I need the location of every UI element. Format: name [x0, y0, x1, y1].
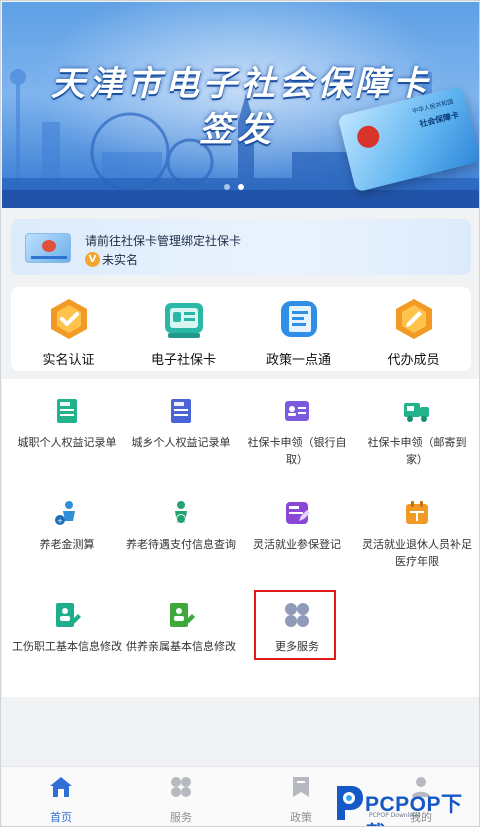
notice-message: 请前往社保卡管理绑定社保卡 — [85, 234, 242, 248]
highlight-box — [254, 590, 336, 660]
card-text: 社会保障卡 — [418, 110, 460, 129]
service-label: 电子社保卡 — [150, 353, 216, 368]
delivery-truck-icon — [403, 397, 431, 425]
service-label: 灵活就业退休人员补足医疗年限 — [362, 538, 472, 568]
edit-profile-icon — [167, 601, 195, 629]
service-proxy-members[interactable]: 代办成员 — [356, 297, 471, 368]
service-real-name-auth[interactable]: 实名认证 — [11, 297, 126, 368]
service-label: 社保卡申领（银行自取） — [247, 436, 347, 466]
service-grid: 城职个人权益记录单 城乡个人权益记录单 社保卡申领（银行自取） 社保卡申领（邮寄… — [2, 379, 479, 697]
banner-carousel[interactable]: 天津市电子社会保障卡 签发 社会保障卡 中华人民共和国 — [2, 2, 479, 208]
elder-coin-icon — [167, 499, 195, 527]
verification-status-text: 未实名 — [102, 253, 139, 267]
pcpop-logo-icon — [337, 786, 363, 820]
service-urban-rights-record[interactable]: 城职个人权益记录单 — [7, 397, 127, 451]
edit-profile-icon — [53, 601, 81, 629]
id-card-icon — [283, 397, 311, 425]
service-rural-rights-record[interactable]: 城乡个人权益记录单 — [121, 397, 241, 451]
tab-services[interactable]: 服务 — [131, 775, 231, 825]
tab-label: 服务 — [170, 811, 192, 824]
watermark-brand: PCPOP下载 — [365, 793, 463, 826]
document-icon — [53, 397, 81, 425]
social-card-thumbnail — [25, 233, 71, 263]
tab-home[interactable]: 首页 — [11, 775, 111, 825]
tab-label: 首页 — [50, 811, 72, 824]
service-label: 社保卡申领（邮寄到家） — [367, 436, 467, 466]
clover-icon — [169, 775, 193, 799]
registration-icon — [283, 499, 311, 527]
service-label: 养老金测算 — [39, 538, 95, 551]
service-label: 灵活就业参保登记 — [253, 538, 341, 551]
service-pension-calc[interactable]: + 养老金测算 — [7, 499, 127, 553]
national-emblem-icon — [354, 123, 382, 151]
service-label: 供养亲属基本信息修改 — [126, 640, 236, 653]
service-label: 城乡个人权益记录单 — [131, 436, 231, 449]
banner-title-line2: 签发 — [199, 110, 275, 150]
service-label: 代办成员 — [387, 353, 440, 368]
service-policy-guide[interactable]: 政策一点通 — [241, 297, 356, 368]
shield-check-icon — [47, 297, 91, 341]
bind-card-notice[interactable]: 请前往社保卡管理绑定社保卡 V 未实名 — [11, 219, 471, 275]
service-card-apply-mail[interactable]: 社保卡申领（邮寄到家） — [357, 397, 477, 468]
document-icon — [167, 397, 195, 425]
pcpop-watermark: PCPOP下载 PCPOP Download — [331, 782, 479, 826]
watermark-sub: PCPOP Download — [369, 812, 421, 819]
service-card-apply-bank[interactable]: 社保卡申领（银行自取） — [237, 397, 357, 468]
carousel-dot-active[interactable] — [238, 184, 244, 190]
app-screen: 天津市电子社会保障卡 签发 社会保障卡 中华人民共和国 请前往社保卡管理绑定社保… — [0, 0, 480, 827]
id-card-icon — [162, 297, 206, 341]
carousel-dot[interactable] — [224, 184, 230, 190]
service-label: 城职个人权益记录单 — [17, 436, 117, 449]
bookmark-icon — [289, 775, 313, 799]
service-label: 实名认证 — [42, 353, 95, 368]
calendar-icon — [403, 499, 431, 527]
elder-calculator-icon: + — [53, 499, 81, 527]
svg-text:+: + — [57, 517, 63, 525]
service-e-social-card[interactable]: 电子社保卡 — [126, 297, 241, 368]
verification-status: V 未实名 — [85, 251, 138, 268]
service-label: 养老待遇支付信息查询 — [126, 538, 236, 551]
policy-document-icon — [277, 297, 321, 341]
v-badge-icon: V — [85, 252, 100, 267]
banner-title-line1: 天津市电子社会保障卡 — [51, 64, 431, 104]
service-dependent-info-edit[interactable]: 供养亲属基本信息修改 — [121, 601, 241, 655]
carousel-indicator[interactable] — [224, 184, 244, 190]
service-pension-payment-query[interactable]: 养老待遇支付信息查询 — [121, 499, 241, 553]
pencil-icon — [392, 297, 436, 341]
service-flexible-registration[interactable]: 灵活就业参保登记 — [237, 499, 357, 553]
service-label: 工伤职工基本信息修改 — [12, 640, 122, 653]
service-injury-info-edit[interactable]: 工伤职工基本信息修改 — [7, 601, 127, 655]
home-icon — [49, 775, 73, 799]
service-label: 政策一点通 — [265, 353, 331, 368]
primary-services: 实名认证 电子社保卡 政策一点通 代办成员 — [11, 287, 471, 371]
service-retiree-medical-years[interactable]: 灵活就业退休人员补足医疗年限 — [357, 499, 477, 570]
